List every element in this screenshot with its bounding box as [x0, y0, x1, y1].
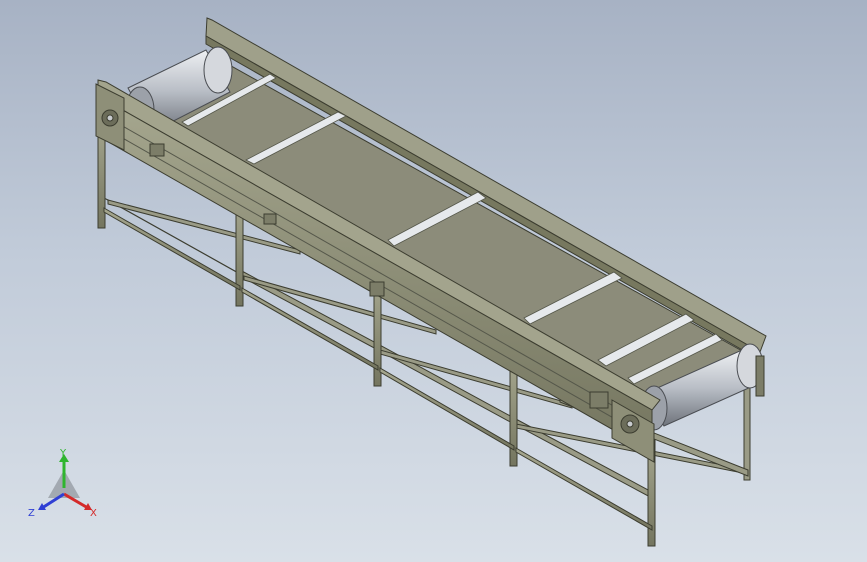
graphics-viewport[interactable]: Y X Z	[0, 0, 867, 562]
y-axis-label: Y	[59, 448, 67, 459]
coordinate-triad[interactable]: Y X Z	[28, 448, 100, 520]
z-axis-label: Z	[28, 508, 35, 519]
conveyor-model[interactable]	[0, 0, 867, 562]
x-axis-label: X	[90, 508, 97, 519]
